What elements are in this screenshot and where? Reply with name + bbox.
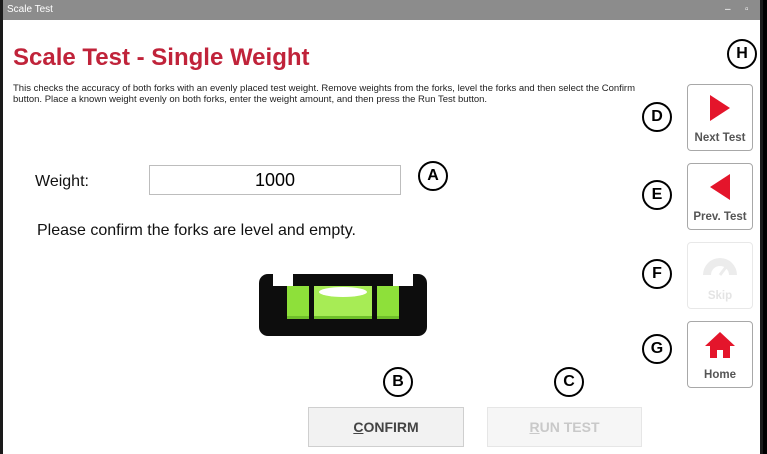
next-test-button[interactable]: Next Test bbox=[687, 84, 753, 151]
spirit-level-icon bbox=[259, 272, 427, 336]
callout-d: D bbox=[642, 102, 672, 132]
home-label: Home bbox=[704, 369, 736, 381]
gauge-icon bbox=[703, 258, 737, 276]
weight-input[interactable] bbox=[149, 165, 401, 195]
page-title: Scale Test - Single Weight bbox=[13, 44, 310, 71]
confirm-label: ONFIRM bbox=[363, 419, 419, 435]
description-text: This checks the accuracy of both forks w… bbox=[13, 83, 636, 105]
confirm-button[interactable]: CONFIRM bbox=[308, 407, 464, 447]
title-bar: Scale Test – ▫ bbox=[3, 0, 760, 20]
confirm-mnemonic: C bbox=[353, 419, 364, 435]
confirm-message: Please confirm the forks are level and e… bbox=[37, 222, 356, 239]
run-test-label: UN TEST bbox=[539, 419, 600, 435]
callout-f: F bbox=[642, 259, 672, 289]
minimize-button[interactable]: – bbox=[725, 0, 731, 20]
run-test-mnemonic: R bbox=[529, 419, 540, 435]
window-title: Scale Test bbox=[7, 4, 53, 15]
skip-button[interactable]: Skip bbox=[687, 242, 753, 309]
skip-label: Skip bbox=[707, 290, 733, 302]
prev-test-button[interactable]: Prev. Test bbox=[687, 163, 753, 230]
callout-g: G bbox=[642, 334, 672, 364]
maximize-button[interactable]: ▫ bbox=[745, 0, 749, 20]
next-test-label: Next Test bbox=[694, 132, 746, 144]
callout-b: B bbox=[383, 367, 413, 397]
callout-a: A bbox=[418, 161, 448, 191]
home-icon bbox=[705, 332, 735, 358]
play-left-icon bbox=[710, 174, 730, 200]
callout-h: H bbox=[727, 39, 757, 69]
home-button[interactable]: Home bbox=[687, 321, 753, 388]
scale-test-window: Scale Test – ▫ Scale Test - Single Weigh… bbox=[0, 0, 763, 454]
play-right-icon bbox=[710, 95, 730, 121]
callout-e: E bbox=[642, 180, 672, 210]
run-test-button[interactable]: RUN TEST bbox=[487, 407, 642, 447]
weight-label: Weight: bbox=[35, 173, 89, 190]
prev-test-label: Prev. Test bbox=[693, 211, 747, 223]
callout-c: C bbox=[554, 367, 584, 397]
